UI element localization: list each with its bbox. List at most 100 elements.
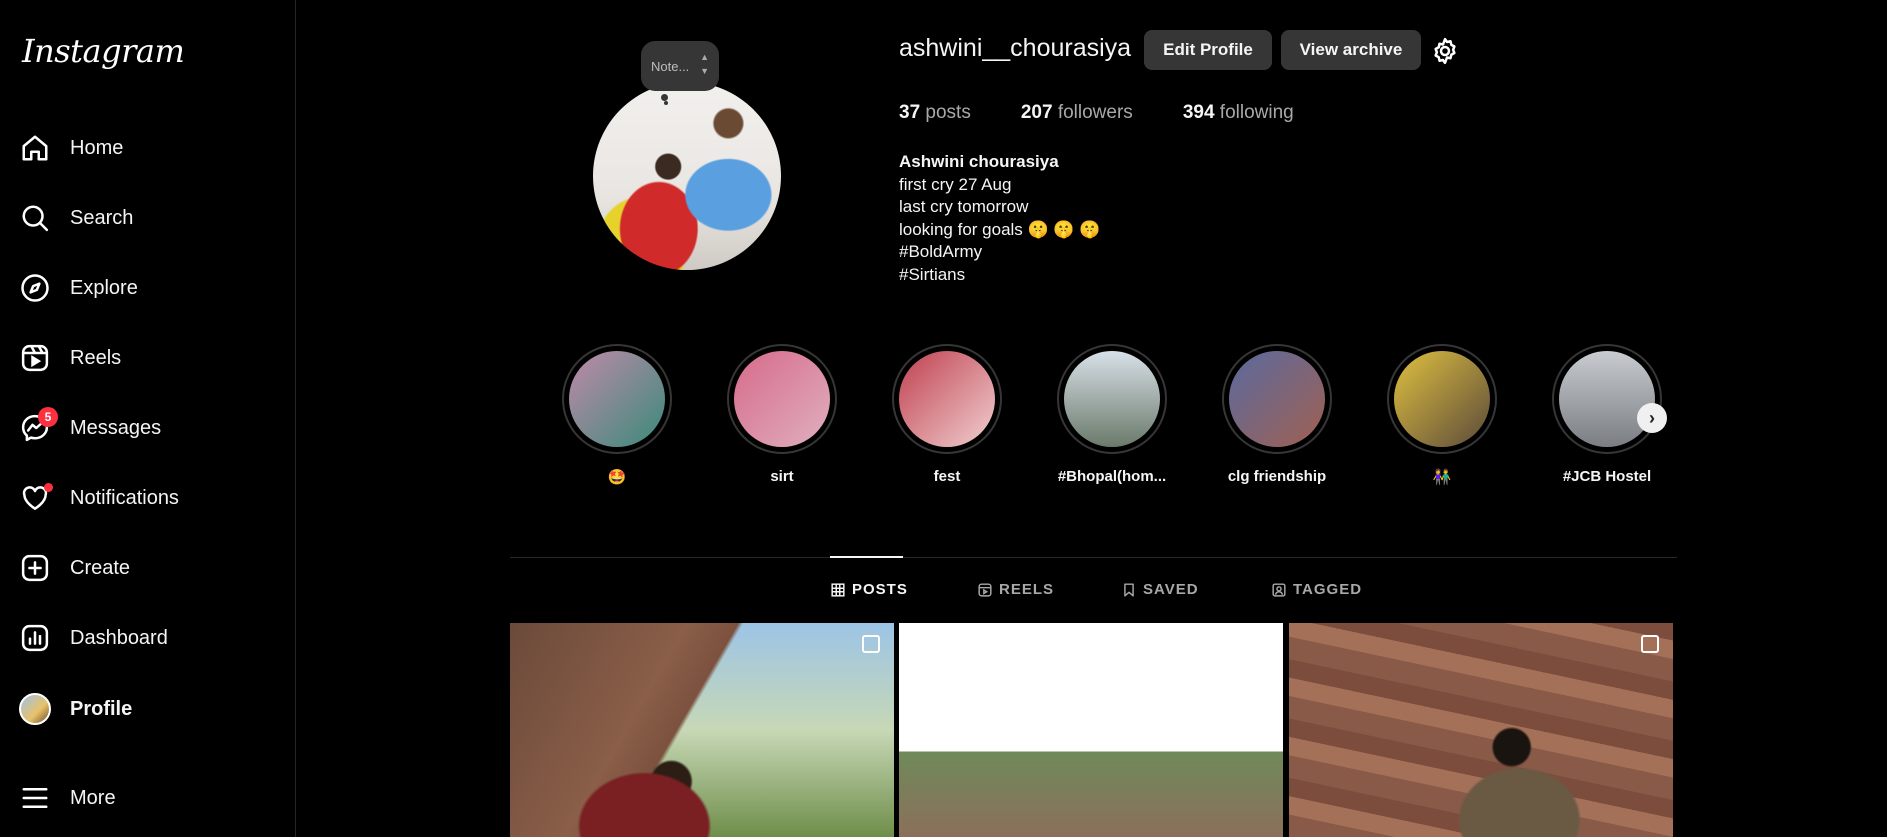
profile-username: ashwini__chourasiya bbox=[899, 34, 1132, 62]
reels-icon bbox=[18, 341, 52, 375]
sidebar-item-label: Search bbox=[70, 206, 134, 229]
bio-line: last cry tomorrow bbox=[899, 197, 1029, 216]
highlight-cover bbox=[1229, 351, 1325, 447]
sidebar-item-notifications[interactable]: Notifications bbox=[18, 476, 278, 520]
sidebar-item-label: Home bbox=[70, 136, 124, 159]
highlight-item[interactable]: sirt bbox=[725, 344, 839, 485]
following-count: 394 bbox=[1182, 102, 1215, 123]
heart-icon bbox=[18, 481, 53, 515]
sidebar-item-label: Messages bbox=[70, 416, 162, 439]
highlight-item[interactable]: 👫 bbox=[1385, 344, 1499, 486]
highlight-label: 👫 bbox=[1432, 469, 1452, 486]
plus-square-icon bbox=[18, 551, 52, 585]
explore-icon bbox=[18, 271, 52, 305]
post-thumbnail[interactable] bbox=[899, 623, 1283, 837]
sidebar-item-label: Dashboard bbox=[70, 626, 168, 649]
highlight-cover bbox=[1394, 351, 1490, 447]
avatar bbox=[19, 693, 51, 725]
home-icon bbox=[18, 131, 52, 165]
profile-bio: Ashwini chourasiya first cry 27 Aug last… bbox=[899, 151, 1100, 286]
sidebar-item-label: Notifications bbox=[70, 486, 179, 509]
sidebar-item-label: Explore bbox=[70, 276, 138, 299]
tab-label: REELS bbox=[999, 581, 1055, 598]
tab-posts[interactable]: POSTS bbox=[831, 581, 908, 598]
posts-count: 37 bbox=[899, 102, 921, 123]
edit-profile-button[interactable]: Edit Profile bbox=[1144, 30, 1272, 70]
post-thumbnail[interactable] bbox=[510, 623, 894, 837]
active-tab-indicator bbox=[830, 556, 903, 558]
instagram-logo[interactable]: Instagram bbox=[22, 32, 185, 70]
highlight-cover bbox=[569, 351, 665, 447]
highlight-cover bbox=[734, 351, 830, 447]
sidebar-item-label: Reels bbox=[70, 346, 122, 369]
messages-badge: 5 bbox=[38, 407, 58, 427]
highlight-item[interactable]: #Bhopal(hom... bbox=[1055, 344, 1169, 485]
carousel-icon bbox=[1641, 635, 1659, 653]
tagged-icon bbox=[1272, 582, 1286, 597]
note-tail bbox=[664, 101, 668, 105]
note-stepper-icon: ▲ ▼ bbox=[700, 52, 709, 76]
tab-reels[interactable]: REELS bbox=[978, 581, 1054, 598]
profile-photo bbox=[593, 82, 781, 270]
sidebar-item-profile[interactable]: Profile bbox=[18, 687, 278, 731]
sidebar-item-explore[interactable]: Explore bbox=[18, 266, 278, 310]
bio-hashtag[interactable]: #BoldArmy bbox=[899, 241, 1100, 264]
followers-count: 207 bbox=[1020, 102, 1053, 123]
reels-icon bbox=[978, 582, 992, 597]
bio-hashtag[interactable]: #Sirtians bbox=[899, 264, 1100, 287]
view-archive-button[interactable]: View archive bbox=[1281, 30, 1421, 70]
highlights-next-button[interactable]: › bbox=[1637, 403, 1667, 433]
sidebar-item-messages[interactable]: 5 Messages bbox=[18, 406, 278, 450]
highlight-cover bbox=[1064, 351, 1160, 447]
following-link[interactable]: 394 following bbox=[1183, 102, 1294, 124]
tab-label: TAGGED bbox=[1293, 581, 1363, 598]
post-thumbnail[interactable] bbox=[1289, 623, 1673, 837]
profile-avatar[interactable] bbox=[593, 82, 781, 270]
bio-line: looking for goals 🤫 🤫 🤫 bbox=[899, 219, 1101, 239]
carousel-icon bbox=[862, 635, 880, 653]
sidebar-item-label: Create bbox=[70, 556, 131, 579]
chevron-right-icon: › bbox=[1649, 407, 1655, 428]
highlight-label: clg friendship bbox=[1227, 468, 1327, 485]
posts-stat: 37 posts bbox=[899, 102, 971, 124]
followers-label: followers bbox=[1057, 102, 1133, 123]
highlight-label: sirt bbox=[770, 468, 794, 485]
sidebar-item-search[interactable]: Search bbox=[18, 196, 278, 240]
tab-label: SAVED bbox=[1143, 581, 1199, 598]
notification-dot bbox=[44, 483, 53, 492]
note-text: Note... bbox=[651, 58, 690, 74]
bio-line: first cry 27 Aug bbox=[899, 174, 1012, 194]
sidebar-item-label: Profile bbox=[70, 697, 133, 720]
sidebar-item-reels[interactable]: Reels bbox=[18, 336, 278, 380]
sidebar-item-more[interactable]: More bbox=[18, 776, 278, 820]
messenger-icon: 5 bbox=[18, 407, 58, 445]
tab-tagged[interactable]: TAGGED bbox=[1272, 581, 1362, 598]
note-tail bbox=[661, 94, 668, 101]
story-highlights: 🤩 sirt fest #Bhopal(hom... clg friendshi… bbox=[560, 344, 1680, 494]
sidebar-item-dashboard[interactable]: Dashboard bbox=[18, 616, 278, 660]
profile-stats: 37 posts 207 followers 394 following bbox=[899, 102, 1344, 124]
posts-label: posts bbox=[925, 102, 971, 123]
highlight-label: #JCB Hostel bbox=[1562, 468, 1652, 485]
highlight-label: #Bhopal(hom... bbox=[1057, 468, 1167, 485]
bookmark-icon bbox=[1122, 582, 1136, 597]
menu-icon bbox=[18, 781, 52, 815]
sidebar: Instagram Home Search Explore Reels 5 Me… bbox=[0, 0, 296, 837]
tabs-divider bbox=[510, 557, 1677, 558]
highlight-item[interactable]: fest bbox=[890, 344, 1004, 485]
sidebar-item-create[interactable]: Create bbox=[18, 546, 278, 590]
following-label: following bbox=[1219, 102, 1294, 123]
settings-gear-icon[interactable] bbox=[1430, 36, 1460, 66]
sidebar-item-home[interactable]: Home bbox=[18, 126, 278, 170]
followers-link[interactable]: 207 followers bbox=[1021, 102, 1133, 124]
search-icon bbox=[18, 201, 52, 235]
highlight-item[interactable]: clg friendship bbox=[1220, 344, 1334, 485]
tab-saved[interactable]: SAVED bbox=[1122, 581, 1199, 598]
highlight-item[interactable]: 🤩 bbox=[560, 344, 674, 486]
highlight-label: 🤩 bbox=[607, 469, 627, 486]
highlight-cover bbox=[1559, 351, 1655, 447]
highlight-label: fest bbox=[933, 468, 961, 485]
note-bubble[interactable]: Note... ▲ ▼ bbox=[641, 41, 719, 91]
profile-full-name: Ashwini chourasiya bbox=[899, 152, 1059, 171]
grid-icon bbox=[831, 582, 845, 597]
